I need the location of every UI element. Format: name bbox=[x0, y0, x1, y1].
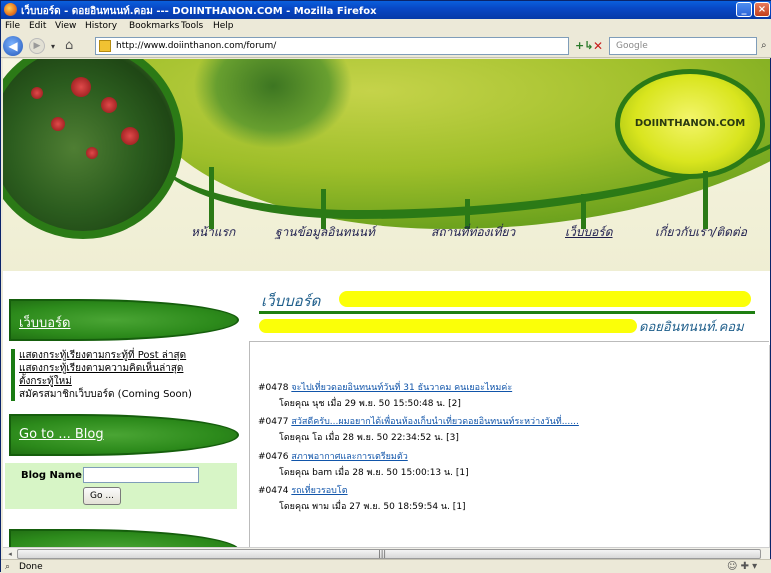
url-text[interactable]: http://www.doiinthanon.com/forum/ bbox=[116, 41, 276, 51]
menu-history[interactable]: History bbox=[85, 21, 117, 31]
topic-number: #0477 bbox=[258, 417, 289, 427]
nav-post bbox=[703, 171, 708, 229]
search-input[interactable]: Google bbox=[609, 37, 757, 55]
topic-link[interactable]: สภาพอากาศและการเตรียมตัว bbox=[291, 452, 407, 462]
nav-link-home[interactable]: หน้าแรก bbox=[191, 223, 235, 242]
page-viewport: DOIINTHANON.COM หน้าแรก ฐานข้อมูลอินทนนท… bbox=[3, 59, 770, 547]
menu-edit[interactable]: Edit bbox=[29, 21, 46, 31]
home-icon[interactable]: ⌂ bbox=[65, 38, 81, 54]
firefox-icon bbox=[4, 3, 17, 16]
forward-icon[interactable]: ▶ bbox=[29, 38, 45, 54]
register-text: สมัครสมาชิกเว็บบอร์ด (Coming Soon) bbox=[19, 389, 192, 400]
stop-icon[interactable]: ✕ bbox=[593, 39, 607, 53]
sidebar-blog-label[interactable]: Go to ... Blog bbox=[19, 427, 104, 442]
site-logo[interactable]: DOIINTHANON.COM bbox=[615, 69, 765, 179]
topic-number: #0478 bbox=[258, 383, 289, 393]
scrollbar-thumb[interactable]: ||| bbox=[17, 549, 761, 559]
yellow-bar-decoration bbox=[339, 291, 751, 307]
topic-item: #0476 สภาพอากาศและการเตรียมตัว โดยคุณ ba… bbox=[258, 449, 469, 479]
topic-link[interactable]: รถเที่ยวรอบโต bbox=[291, 486, 347, 496]
link-latest-comments[interactable]: แสดงกระทู้เรียงตามความคิดเห็นล่าสุด bbox=[19, 362, 231, 375]
navigation-toolbar: ◀ ▶ ▾ ⌂ http://www.doiinthanon.com/forum… bbox=[1, 34, 771, 58]
sidebar-webboard-label[interactable]: เว็บบอร์ด bbox=[19, 312, 70, 333]
blog-name-input[interactable] bbox=[83, 467, 199, 483]
topic-number: #0476 bbox=[258, 452, 289, 462]
topic-number: #0474 bbox=[258, 486, 289, 496]
site-header-banner: DOIINTHANON.COM หน้าแรก ฐานข้อมูลอินทนนท… bbox=[3, 59, 770, 271]
nav-link-attractions[interactable]: สถานที่ท่องเที่ยว bbox=[431, 223, 515, 242]
status-text: Done bbox=[19, 562, 43, 572]
blog-form: Blog Name : Go ... bbox=[5, 463, 237, 509]
status-icon: ⌕ bbox=[5, 562, 11, 572]
topic-meta: โดยคุณ พาม เมื่อ 27 พ.ย. 50 18:59:54 น. … bbox=[279, 502, 466, 512]
menu-bar: File Edit View History Bookmarks Tools H… bbox=[1, 19, 771, 34]
topic-item: #0474 รถเที่ยวรอบโต โดยคุณ พาม เมื่อ 27 … bbox=[258, 483, 466, 513]
topic-link[interactable]: สวัสดีครับ...ผมอยากได้เพื่อนห้องเก็บนำเท… bbox=[291, 417, 579, 427]
topic-list-panel: #0478 จะไปเที่ยวดอยอินทนนท์วันที่ 31 ธัน… bbox=[249, 341, 769, 547]
browser-window: เว็บบอร์ด - ดอยอินทนนท์.คอม --- DOIINTHA… bbox=[0, 0, 771, 573]
forum-links: แสดงกระทู้เรียงตามกระทู้ที่ Post ล่าสุด … bbox=[11, 349, 231, 401]
topic-item: #0478 จะไปเที่ยวดอยอินทนนท์วันที่ 31 ธัน… bbox=[258, 380, 512, 410]
topic-link[interactable]: จะไปเที่ยวดอยอินทนนท์วันที่ 31 ธันวาคม ค… bbox=[291, 383, 512, 393]
link-latest-posts[interactable]: แสดงกระทู้เรียงตามกระทู้ที่ Post ล่าสุด bbox=[19, 349, 231, 362]
nav-link-database[interactable]: ฐานข้อมูลอินทนนท์ bbox=[275, 223, 375, 242]
topic-meta: โดยคุณ bam เมื่อ 28 พ.ย. 50 15:00:13 น. … bbox=[279, 468, 469, 478]
horizontal-scrollbar[interactable]: ◂ ||| bbox=[3, 547, 770, 559]
menu-view[interactable]: View bbox=[55, 21, 76, 31]
scrollbar-grip: ||| bbox=[378, 549, 387, 558]
scroll-left-icon[interactable]: ◂ bbox=[5, 549, 15, 559]
url-bar[interactable]: http://www.doiinthanon.com/forum/ ▾ bbox=[95, 37, 652, 55]
topic-meta: โดยคุณ นุช เมื่อ 29 พ.ย. 50 15:50:48 น. … bbox=[279, 399, 461, 409]
webboard-title: เว็บบอร์ด bbox=[261, 292, 321, 310]
logo-text: DOIINTHANON.COM bbox=[634, 118, 746, 129]
window-title: เว็บบอร์ด - ดอยอินทนนท์.คอม --- DOIINTHA… bbox=[21, 6, 377, 17]
rhododendron-photo bbox=[3, 59, 183, 239]
link-new-topic[interactable]: ตั้งกระทู้ใหม่ bbox=[19, 375, 231, 388]
sidebar-webboard-header[interactable]: เว็บบอร์ด bbox=[9, 299, 239, 341]
menu-file[interactable]: File bbox=[5, 21, 20, 31]
back-icon[interactable]: ◀ bbox=[3, 36, 23, 56]
minimize-button[interactable]: _ bbox=[736, 2, 752, 17]
topic-item: #0477 สวัสดีครับ...ผมอยากได้เพื่อนห้องเก… bbox=[258, 414, 579, 444]
nav-link-webboard[interactable]: เว็บบอร์ด bbox=[565, 223, 613, 242]
nav-post bbox=[209, 167, 214, 229]
close-button[interactable]: × bbox=[754, 2, 770, 17]
site-subtitle: ดอยอินทนนท์.คอม bbox=[639, 320, 744, 335]
status-tray-icons[interactable]: ☺ ✚ ▾ bbox=[727, 561, 757, 572]
status-bar: ⌕ Done ☺ ✚ ▾ bbox=[1, 559, 771, 573]
menu-bookmarks[interactable]: Bookmarks bbox=[129, 21, 179, 31]
search-icon[interactable]: ⌕ bbox=[761, 40, 767, 51]
green-divider bbox=[259, 311, 755, 314]
blog-name-label: Blog Name : bbox=[21, 470, 90, 481]
title-bar: เว็บบอร์ด - ดอยอินทนนท์.คอม --- DOIINTHA… bbox=[1, 1, 771, 19]
search-placeholder: Google bbox=[616, 41, 648, 51]
history-dropdown-icon[interactable]: ▾ bbox=[51, 42, 55, 51]
nav-link-about[interactable]: เกี่ยวกับเรา/ติดต่อ bbox=[655, 223, 747, 242]
blog-go-button[interactable]: Go ... bbox=[83, 487, 121, 505]
sidebar-blog-header[interactable]: Go to ... Blog bbox=[9, 414, 239, 456]
trees-image bbox=[193, 59, 353, 149]
site-favicon-icon bbox=[99, 40, 111, 52]
menu-tools[interactable]: Tools bbox=[181, 21, 203, 31]
go-icon[interactable]: +↳ bbox=[575, 39, 593, 53]
sidebar-leaf-decoration bbox=[9, 529, 239, 547]
yellow-bar-decoration bbox=[259, 319, 637, 333]
topic-meta: โดยคุณ โอ เมื่อ 28 พ.ย. 50 22:34:52 น. [… bbox=[279, 433, 459, 443]
menu-help[interactable]: Help bbox=[213, 21, 234, 31]
